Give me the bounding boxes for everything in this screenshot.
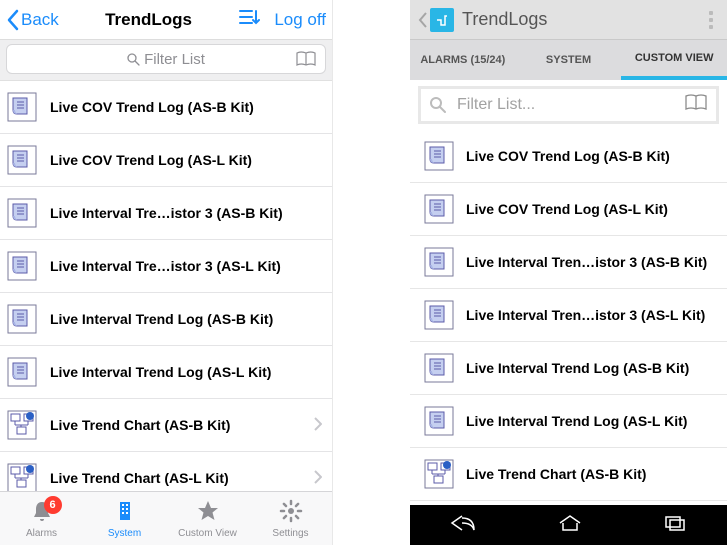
tab-alarms[interactable]: ALARMS (15/24) bbox=[410, 40, 516, 80]
trend-log-icon bbox=[424, 248, 454, 276]
list-item-label: Live Interval Trend Log (AS-L Kit) bbox=[50, 364, 322, 380]
trend-log-icon bbox=[6, 250, 38, 282]
list-item-label: Live COV Trend Log (AS-B Kit) bbox=[50, 99, 322, 115]
list-item-label: Live Interval Trend Log (AS-B Kit) bbox=[466, 360, 689, 376]
trend-chart-icon bbox=[424, 460, 454, 488]
back-label: Back bbox=[21, 10, 59, 30]
list-item-label: Live Interval Tren…istor 3 (AS-L Kit) bbox=[466, 307, 705, 323]
tab-label: Custom View bbox=[178, 528, 237, 539]
list-item-label: Live Interval Tre…istor 3 (AS-L Kit) bbox=[50, 258, 322, 274]
android-header: TrendLogs bbox=[410, 0, 727, 40]
list-item-label: Live COV Trend Log (AS-L Kit) bbox=[466, 201, 668, 217]
trend-log-icon bbox=[6, 356, 38, 388]
search-placeholder: Filter List bbox=[7, 51, 325, 68]
list-item-label: Live Interval Trend Log (AS-L Kit) bbox=[466, 413, 687, 429]
ios-search-wrap: Filter List bbox=[0, 40, 332, 81]
android-recents-icon[interactable] bbox=[663, 514, 687, 537]
back-button[interactable]: Back bbox=[6, 9, 59, 31]
sort-icon[interactable] bbox=[238, 8, 260, 31]
overflow-menu-icon[interactable] bbox=[703, 5, 719, 35]
search-icon bbox=[127, 53, 140, 66]
book-icon[interactable] bbox=[684, 93, 708, 118]
ios-tabbar: 6 Alarms System Custom View Settings bbox=[0, 491, 332, 545]
book-icon[interactable] bbox=[295, 50, 317, 73]
android-back-icon[interactable] bbox=[450, 514, 478, 537]
trend-log-icon bbox=[6, 144, 38, 176]
app-icon bbox=[430, 8, 454, 32]
tab-label: Settings bbox=[272, 528, 308, 539]
chevron-left-icon bbox=[6, 9, 19, 31]
search-placeholder: Filter List... bbox=[457, 96, 674, 114]
list-item-label: Live Interval Tren…istor 3 (AS-B Kit) bbox=[466, 254, 707, 270]
list-item[interactable]: Live Interval Trend Log (AS-L Kit) bbox=[410, 395, 727, 448]
android-search-wrap: Filter List... bbox=[410, 80, 727, 130]
android-navbar bbox=[410, 505, 727, 545]
search-input[interactable]: Filter List bbox=[6, 44, 326, 74]
list-item[interactable]: Live COV Trend Log (AS-L Kit) bbox=[0, 134, 332, 187]
trend-log-icon bbox=[6, 91, 38, 123]
trend-log-icon bbox=[424, 142, 454, 170]
ios-nav-right: Log off bbox=[238, 8, 326, 31]
alarms-badge: 6 bbox=[44, 496, 62, 514]
list-item-label: Live Trend Chart (AS-B Kit) bbox=[50, 417, 302, 433]
building-icon bbox=[113, 499, 137, 526]
android-screen: TrendLogs ALARMS (15/24) SYSTEM CUSTOM V… bbox=[410, 0, 727, 545]
list-item[interactable]: Live Interval Trend Log (AS-B Kit) bbox=[410, 342, 727, 395]
list-item[interactable]: Live Interval Tre…istor 3 (AS-L Kit) bbox=[0, 240, 332, 293]
list-item-label: Live Trend Chart (AS-B Kit) bbox=[466, 466, 646, 482]
tab-settings[interactable]: Settings bbox=[249, 492, 332, 545]
list-item-label: Live Interval Tre…istor 3 (AS-B Kit) bbox=[50, 205, 322, 221]
chevron-right-icon bbox=[314, 470, 322, 487]
list-item[interactable]: Live COV Trend Log (AS-L Kit) bbox=[410, 183, 727, 236]
list-item[interactable]: Live Trend Chart (AS-B Kit) bbox=[410, 448, 727, 501]
list-item[interactable]: Live Interval Tre…istor 3 (AS-B Kit) bbox=[0, 187, 332, 240]
android-tabs: ALARMS (15/24) SYSTEM CUSTOM VIEW bbox=[410, 40, 727, 80]
trend-log-icon bbox=[6, 303, 38, 335]
back-button[interactable] bbox=[418, 8, 454, 32]
tab-label: Alarms bbox=[26, 528, 57, 539]
list-item[interactable]: Live COV Trend Log (AS-B Kit) bbox=[0, 81, 332, 134]
gear-icon bbox=[279, 499, 303, 526]
trend-chart-icon bbox=[6, 409, 38, 441]
list-item-label: Live COV Trend Log (AS-B Kit) bbox=[466, 148, 670, 164]
trend-log-icon bbox=[424, 195, 454, 223]
tab-system[interactable]: System bbox=[83, 492, 166, 545]
list-item[interactable]: Live Interval Trend Log (AS-L Kit) bbox=[0, 346, 332, 399]
logoff-button[interactable]: Log off bbox=[274, 10, 326, 30]
tab-custom-view[interactable]: CUSTOM VIEW bbox=[621, 40, 727, 80]
chevron-right-icon bbox=[314, 417, 322, 434]
tab-system[interactable]: SYSTEM bbox=[516, 40, 622, 80]
list-item[interactable]: Live COV Trend Log (AS-B Kit) bbox=[410, 130, 727, 183]
android-list[interactable]: Live COV Trend Log (AS-B Kit) Live COV Tr… bbox=[410, 130, 727, 501]
search-icon bbox=[429, 96, 447, 114]
chevron-left-icon bbox=[418, 12, 428, 28]
list-item-label: Live Trend Chart (AS-L Kit) bbox=[50, 470, 302, 486]
search-input[interactable]: Filter List... bbox=[418, 86, 719, 124]
trend-log-icon bbox=[424, 301, 454, 329]
android-home-icon[interactable] bbox=[557, 514, 583, 537]
ios-list[interactable]: Live COV Trend Log (AS-B Kit) Live COV Tr… bbox=[0, 81, 332, 545]
tab-label: System bbox=[108, 528, 141, 539]
list-item[interactable]: Live Interval Tren…istor 3 (AS-B Kit) bbox=[410, 236, 727, 289]
list-item[interactable]: Live Interval Tren…istor 3 (AS-L Kit) bbox=[410, 289, 727, 342]
trend-chart-icon bbox=[6, 462, 38, 494]
trend-log-icon bbox=[424, 407, 454, 435]
list-item[interactable]: Live Interval Trend Log (AS-B Kit) bbox=[0, 293, 332, 346]
trend-log-icon bbox=[424, 354, 454, 382]
tab-custom-view[interactable]: Custom View bbox=[166, 492, 249, 545]
list-item-label: Live Interval Trend Log (AS-B Kit) bbox=[50, 311, 322, 327]
list-item[interactable]: Live Trend Chart (AS-B Kit) bbox=[0, 399, 332, 452]
trend-log-icon bbox=[6, 197, 38, 229]
page-title: TrendLogs bbox=[59, 10, 239, 30]
star-icon bbox=[196, 499, 220, 526]
list-item-label: Live COV Trend Log (AS-L Kit) bbox=[50, 152, 322, 168]
tab-alarms[interactable]: 6 Alarms bbox=[0, 492, 83, 545]
ios-navbar: Back TrendLogs Log off bbox=[0, 0, 332, 40]
ios-screen: Back TrendLogs Log off Filter List Live … bbox=[0, 0, 333, 545]
page-title: TrendLogs bbox=[462, 9, 547, 30]
